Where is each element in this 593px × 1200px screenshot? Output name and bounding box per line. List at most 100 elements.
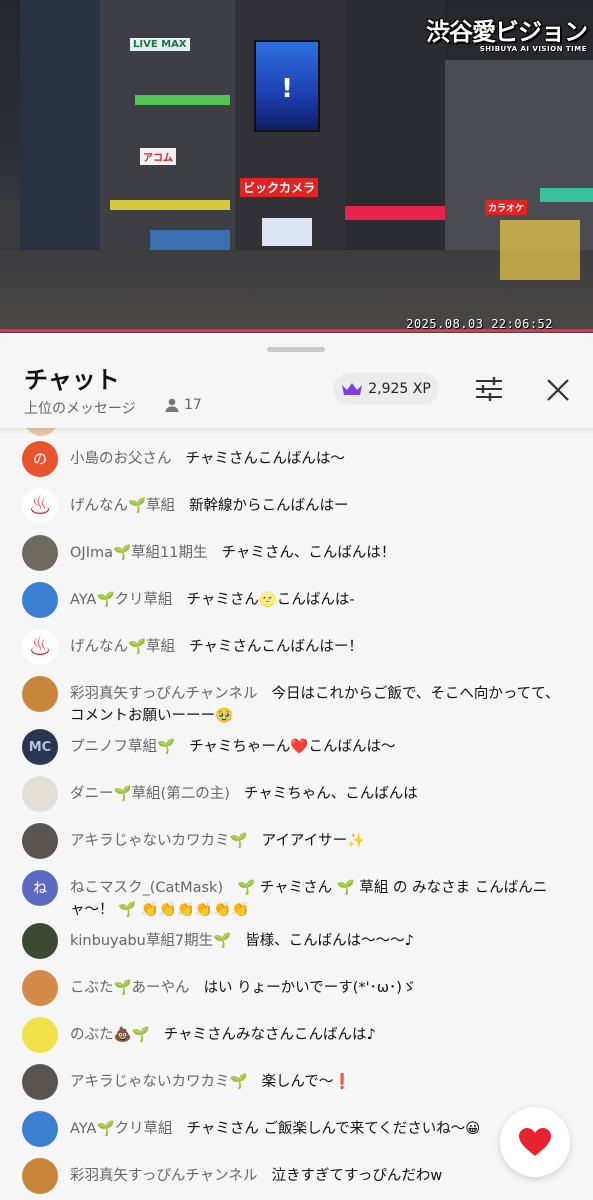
- filter-settings-icon[interactable]: [474, 375, 504, 403]
- chat-message[interactable]: AYA🌱クリ草組 チャミさん ご飯楽しんで来てくださいね〜😀: [22, 1111, 562, 1147]
- mountain-avatar[interactable]: [22, 1111, 58, 1147]
- heart-button[interactable]: [500, 1107, 570, 1177]
- sketch-avatar[interactable]: [22, 776, 58, 812]
- message-body: げんなん🌱草組 新幹線からこんばんはー: [70, 488, 349, 517]
- message-text: チャミさんこんばんはー！: [189, 639, 363, 655]
- sign-acom: アコム: [140, 148, 176, 165]
- message-author[interactable]: AYA🌱クリ草組: [70, 1121, 173, 1137]
- chat-panel: チャット 上位のメッセージ 17 2,925 XP の 小島のお父さん チャミさ…: [0, 335, 593, 1200]
- mountain-avatar[interactable]: [22, 582, 58, 618]
- sign-bic-camera: ビックカメラ: [240, 178, 319, 197]
- monkey-avatar[interactable]: [22, 970, 58, 1006]
- chat-message[interactable]: MC プニノフ草組🌱 チャミちゃーん❤️こんばんは〜: [22, 729, 562, 765]
- message-text: チャミちゃん、こんばんは: [243, 786, 418, 802]
- message-author[interactable]: 小島のお父さん: [70, 451, 172, 467]
- message-text: チャミさんこんばんは〜: [185, 451, 345, 467]
- message-author[interactable]: アキラじゃないカワカミ🌱: [70, 1074, 248, 1090]
- message-text: アイアイサー✨: [261, 833, 366, 849]
- chat-message[interactable]: ♨ げんなん🌱草組 チャミさんこんばんはー！: [22, 629, 562, 665]
- letter-avatar[interactable]: ね: [22, 870, 58, 906]
- message-body: kinbuyabu草組7期生🌱 皆様、こんばんは〜〜〜♪: [70, 923, 414, 952]
- person-photo-avatar[interactable]: [22, 823, 58, 859]
- message-body: ねこマスク_(CatMask) 🌱 チャミさん 🌱 草組 の みなさま こんばんニ…: [70, 870, 562, 921]
- message-text: チャミさん ご飯楽しんで来てくださいね〜😀: [186, 1121, 481, 1137]
- sign-blue-board: [150, 230, 230, 250]
- message-body: ダニー🌱草組(第二の主) チャミちゃん、こんばんは: [70, 776, 418, 805]
- letter-avatar[interactable]: の: [22, 441, 58, 477]
- chat-message[interactable]: ねねこマスク_(CatMask) 🌱 チャミさん 🌱 草組 の みなさま こんばん…: [22, 870, 562, 921]
- message-body: こぶた🌱あーやん はい りょーかいでーす(*'･ω･)ゞ: [70, 970, 416, 999]
- billboard-symbol: !: [281, 74, 293, 104]
- viewer-count: 17: [164, 397, 202, 413]
- message-author[interactable]: こぶた🌱あーやん: [70, 980, 190, 996]
- sign-green-strip: [135, 95, 230, 105]
- crown-icon: [342, 383, 363, 395]
- chat-message[interactable]: 彩羽真矢すっぴんチャンネル 今日はこれからご飯で、そこへ向かってて、コメントお願い…: [22, 676, 562, 727]
- message-body: アキラじゃないカワカミ🌱 楽しんで〜❗: [70, 1064, 351, 1093]
- chat-message[interactable]: OJIma🌱草組11期生 チャミさん、こんばんは！: [22, 535, 562, 571]
- message-text: はい りょーかいでーす(*'･ω･)ゞ: [203, 980, 417, 996]
- video-billboard-screen: !: [254, 40, 320, 132]
- mc-logo-avatar[interactable]: MC: [22, 729, 58, 765]
- chat-message[interactable]: アキラじゃないカワカミ🌱 楽しんで〜❗: [22, 1064, 562, 1100]
- message-author[interactable]: 彩羽真矢すっぴんチャンネル: [70, 686, 257, 702]
- message-list[interactable]: の小島のお父さん チャミさんこんばんは〜 ♨ げんなん🌱草組 新幹線からこんばんはー OJ…: [0, 428, 593, 1200]
- viewer-count-value: 17: [184, 397, 202, 413]
- chat-message[interactable]: ダニー🌱草組(第二の主) チャミちゃん、こんばんは: [22, 776, 562, 812]
- cat-photo-avatar[interactable]: [22, 535, 58, 571]
- top-messages-selector[interactable]: 上位のメッセージ: [24, 398, 136, 418]
- chat-message[interactable]: の小島のお父さん チャミさんこんばんは〜: [22, 441, 562, 477]
- xp-button[interactable]: 2,925 XP: [333, 373, 439, 405]
- onsen-icon[interactable]: ♨: [22, 488, 58, 524]
- chat-message[interactable]: 彩羽真矢すっぴんチャンネル 泣きすぎてすっぴんだわw: [22, 1158, 562, 1194]
- logo-text: 渋谷愛ビジョン: [426, 18, 588, 46]
- monkey-avatar[interactable]: [22, 676, 58, 712]
- chat-message[interactable]: ♨ げんなん🌱草組 新幹線からこんばんはー: [22, 488, 562, 524]
- monkey-avatar[interactable]: [22, 1158, 58, 1194]
- message-author[interactable]: げんなん🌱草組: [70, 498, 175, 514]
- header-divider: [0, 428, 593, 434]
- message-author[interactable]: のぶた💩🌱: [70, 1027, 150, 1043]
- close-icon[interactable]: [545, 377, 571, 403]
- message-body: AYA🌱クリ草組 チャミさん ご飯楽しんで来てくださいね〜😀: [70, 1111, 480, 1140]
- video-progress-bar[interactable]: [0, 329, 593, 332]
- xp-value: 2,925 XP: [368, 381, 431, 397]
- onsen-icon[interactable]: ♨: [22, 629, 58, 665]
- live-video[interactable]: LIVE MAX アコム ビックカメラ カラオケ ! 渋谷愛ビジョン SHIBU…: [0, 0, 593, 333]
- message-text: チャミさん、こんばんは！: [221, 545, 396, 561]
- message-author[interactable]: プニノフ草組🌱: [70, 739, 175, 755]
- heart-icon: [519, 1128, 551, 1156]
- person-photo-avatar[interactable]: [22, 1064, 58, 1100]
- sign-livemax: LIVE MAX: [130, 38, 190, 51]
- message-author[interactable]: AYA🌱クリ草組: [70, 592, 173, 608]
- message-author[interactable]: OJIma🌱草組11期生: [70, 545, 207, 561]
- sign-red-strip: [345, 206, 445, 220]
- chat-message[interactable]: kinbuyabu草組7期生🌱 皆様、こんばんは〜〜〜♪: [22, 923, 562, 959]
- message-body: AYA🌱クリ草組 チャミさん🌝こんばんは-: [70, 582, 355, 611]
- message-author[interactable]: ねこマスク_(CatMask): [70, 880, 223, 896]
- flower-photo-avatar[interactable]: [22, 923, 58, 959]
- message-text: 楽しんで〜❗: [261, 1074, 352, 1090]
- chat-message[interactable]: のぶた💩🌱 チャミさんみなさんこんばんは♪: [22, 1017, 562, 1053]
- message-author[interactable]: 彩羽真矢すっぴんチャンネル: [70, 1168, 257, 1184]
- channel-logo: 渋谷愛ビジョン SHIBUYA AI VISION TIME: [426, 12, 588, 53]
- chat-message[interactable]: こぶた🌱あーやん はい りょーかいでーす(*'･ω･)ゞ: [22, 970, 562, 1006]
- message-body: 彩羽真矢すっぴんチャンネル 今日はこれからご飯で、そこへ向かってて、コメントお願い…: [70, 676, 562, 727]
- app-root: LIVE MAX アコム ビックカメラ カラオケ ! 渋谷愛ビジョン SHIBU…: [0, 0, 593, 1200]
- chat-title: チャット: [24, 366, 120, 394]
- message-author[interactable]: げんなん🌱草組: [70, 639, 175, 655]
- message-author[interactable]: ダニー🌱草組(第二の主): [70, 786, 230, 802]
- billboard-white: [262, 218, 312, 246]
- sign-karaoke: カラオケ: [485, 200, 528, 215]
- drag-handle[interactable]: [267, 347, 325, 352]
- message-author[interactable]: アキラじゃないカワカミ🌱: [70, 833, 248, 849]
- message-text: 新幹線からこんばんはー: [189, 498, 349, 514]
- person-icon: [165, 398, 179, 412]
- message-author[interactable]: kinbuyabu草組7期生🌱: [70, 933, 231, 949]
- message-body: 彩羽真矢すっぴんチャンネル 泣きすぎてすっぴんだわw: [70, 1158, 442, 1187]
- sign-yellow-strip: [110, 200, 230, 210]
- message-body: のぶた💩🌱 チャミさんみなさんこんばんは♪: [70, 1017, 376, 1046]
- chat-message[interactable]: AYA🌱クリ草組 チャミさん🌝こんばんは-: [22, 582, 562, 618]
- person-icon-avatar[interactable]: [22, 1017, 58, 1053]
- chat-message[interactable]: アキラじゃないカワカミ🌱 アイアイサー✨: [22, 823, 562, 859]
